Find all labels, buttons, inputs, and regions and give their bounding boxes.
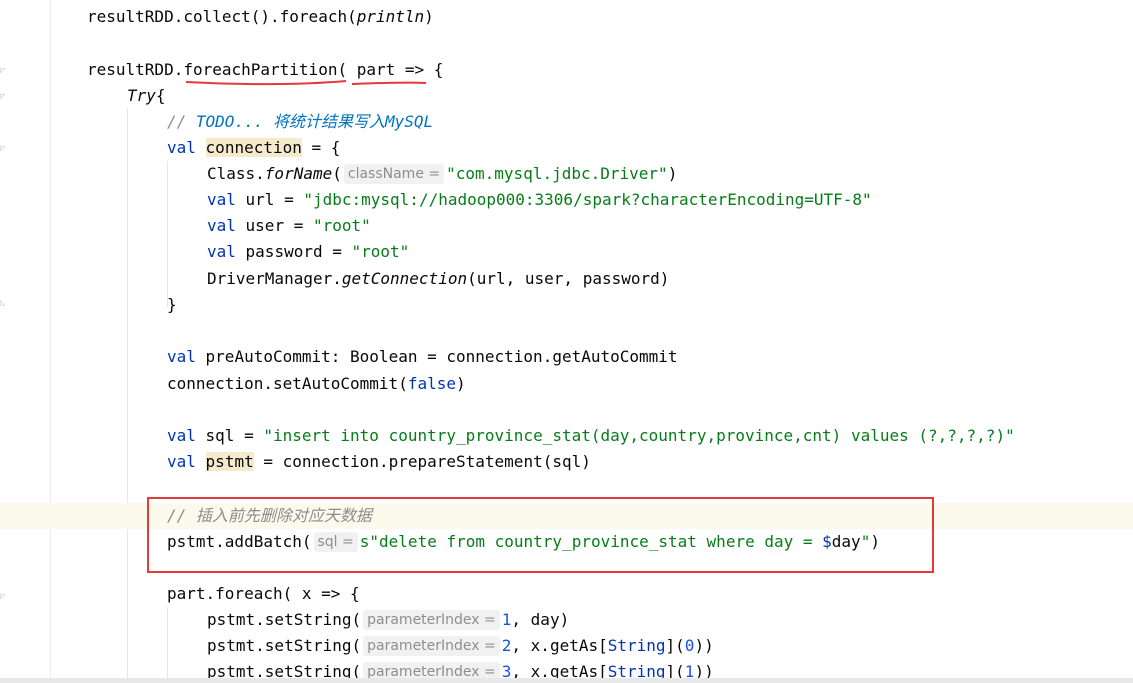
code-line[interactable]: connection.setAutoCommit(false) [167,371,466,397]
gutter-separator [50,0,51,683]
fold-marker-icon[interactable]: ◸ [0,66,7,76]
code-line[interactable]: val url = "jdbc:mysql://hadoop000:3306/s… [207,187,872,213]
code-line[interactable]: DriverManager.getConnection(url, user, p… [207,266,669,292]
red-underline-annotation [185,80,427,86]
code-line[interactable]: val sql = "insert into country_province_… [167,423,1015,449]
indent-guide [167,607,168,683]
code-line[interactable]: Try{ [127,83,166,109]
code-line[interactable]: val preAutoCommit: Boolean = connection.… [167,344,678,370]
red-highlight-box [147,497,934,573]
code-line[interactable]: Class.forName(className = "com.mysql.jdbc… [207,161,677,187]
code-line[interactable]: val pstmt = connection.prepareStatement(… [167,449,591,475]
fold-marker-icon[interactable]: ◺ [0,298,7,308]
indent-guide [167,161,168,307]
fold-marker-icon[interactable]: ◸ [0,592,7,602]
code-line[interactable]: pstmt.setString(parameterIndex = 2, x.get… [207,633,714,659]
code-line[interactable]: pstmt.setString(parameterIndex = 1, day) [207,607,569,633]
horizontal-scrollbar[interactable] [0,678,1133,683]
code-line[interactable]: val user = "root" [207,213,371,239]
code-comment[interactable]: // TODO... 将统计结果写入MySQL [167,109,433,135]
fold-marker-icon[interactable]: ◸ [0,92,7,102]
parameter-hint: className = [343,164,445,184]
editor-gutter[interactable] [0,0,48,683]
code-line[interactable]: val password = "root" [207,239,409,265]
code-editor[interactable]: ◸ ◸ ◸ ◺ ◸ resultRDD.collect().foreach(pr… [0,0,1133,683]
code-line[interactable]: val connection = { [167,135,340,161]
code-line[interactable]: resultRDD.collect().foreach(println) [87,4,434,30]
code-line[interactable]: part.foreach( x => { [167,581,360,607]
indent-guide [127,108,128,683]
fold-marker-icon[interactable]: ◸ [0,144,7,154]
parameter-hint: parameterIndex = [363,636,500,656]
code-line[interactable]: } [167,292,177,318]
parameter-hint: parameterIndex = [363,610,500,630]
